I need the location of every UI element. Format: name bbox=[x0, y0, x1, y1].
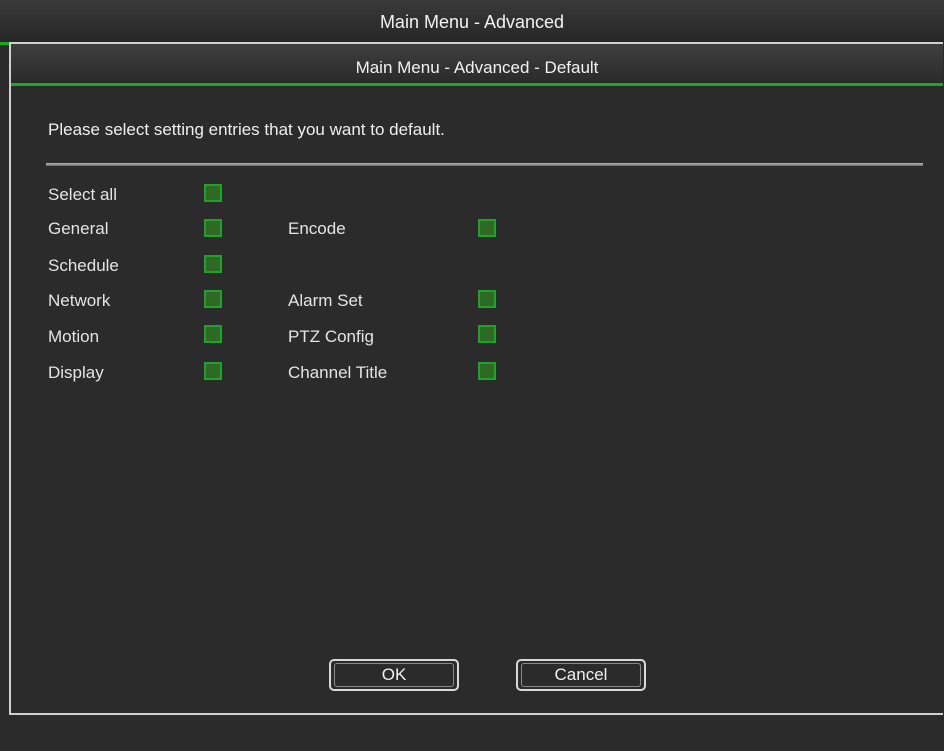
alarm-set-label: Alarm Set bbox=[288, 291, 363, 310]
ok-button[interactable]: OK bbox=[329, 659, 459, 691]
network-label: Network bbox=[48, 291, 111, 310]
schedule-checkbox[interactable] bbox=[204, 255, 222, 273]
select-all-checkbox[interactable] bbox=[204, 184, 222, 202]
schedule-label: Schedule bbox=[48, 256, 119, 275]
encode-label: Encode bbox=[288, 219, 346, 238]
ok-button-label: OK bbox=[381, 665, 407, 684]
ptz-config-label: PTZ Config bbox=[288, 327, 374, 346]
instruction-text: Please select setting entries that you w… bbox=[48, 120, 445, 139]
encode-checkbox[interactable] bbox=[478, 219, 496, 237]
cancel-button-label: Cancel bbox=[554, 665, 608, 684]
cancel-button[interactable]: Cancel bbox=[516, 659, 646, 691]
motion-checkbox[interactable] bbox=[204, 325, 222, 343]
display-label: Display bbox=[48, 363, 104, 382]
channel-title-label: Channel Title bbox=[288, 363, 388, 382]
default-dialog: Main Menu - Advanced - Default Please se… bbox=[9, 42, 943, 715]
window-title: Main Menu - Advanced bbox=[0, 0, 944, 42]
select-all-label: Select all bbox=[48, 185, 117, 204]
channel-title-checkbox[interactable] bbox=[478, 362, 496, 380]
general-label: General bbox=[48, 219, 109, 238]
alarm-set-checkbox[interactable] bbox=[478, 290, 496, 308]
network-checkbox[interactable] bbox=[204, 290, 222, 308]
display-checkbox[interactable] bbox=[204, 362, 222, 380]
motion-label: Motion bbox=[48, 327, 100, 346]
general-checkbox[interactable] bbox=[204, 219, 222, 237]
dialog-title: Main Menu - Advanced - Default bbox=[11, 44, 943, 86]
ptz-config-checkbox[interactable] bbox=[478, 325, 496, 343]
divider bbox=[46, 163, 923, 166]
